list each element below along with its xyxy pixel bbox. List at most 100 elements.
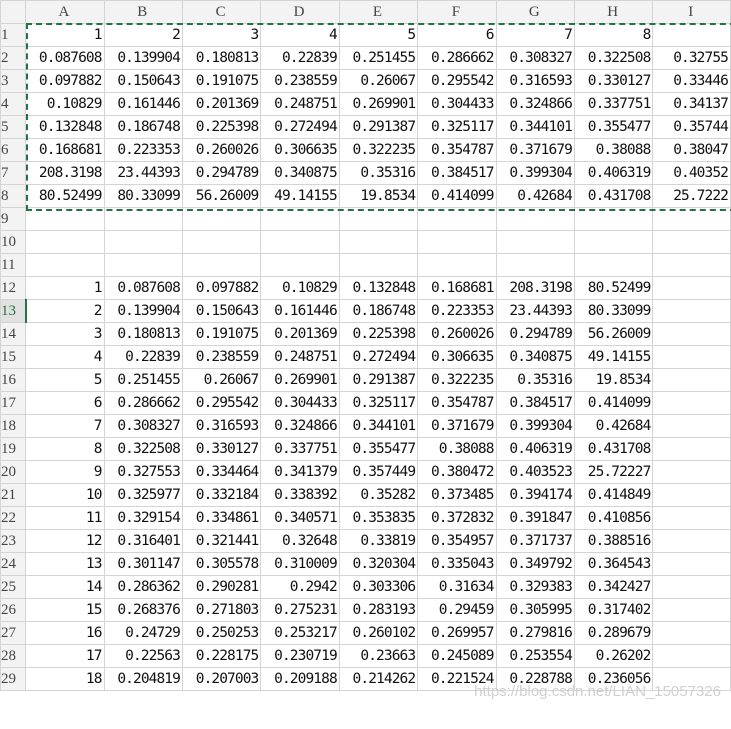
cell-i3[interactable]: 0.33446: [652, 69, 731, 93]
row-header[interactable]: 25: [0, 575, 27, 599]
cell-d18[interactable]: 0.324866: [260, 414, 340, 438]
cell-f3[interactable]: 0.295542: [417, 69, 497, 93]
cell-g24[interactable]: 0.349792: [495, 552, 576, 576]
cell-e5[interactable]: 0.291387: [338, 115, 419, 139]
cell-f5[interactable]: 0.325117: [417, 115, 497, 139]
cell-b24[interactable]: 0.301147: [103, 552, 183, 576]
cell-c13[interactable]: 0.150643: [181, 299, 262, 323]
row-header[interactable]: 24: [0, 552, 27, 576]
cell-d24[interactable]: 0.310009: [260, 552, 340, 576]
cell-a14[interactable]: 3: [25, 322, 105, 346]
cell-b28[interactable]: 0.22563: [103, 644, 183, 668]
cell-a7[interactable]: 208.3198: [25, 161, 105, 185]
cell-g6[interactable]: 0.371679: [495, 138, 576, 162]
cell-g3[interactable]: 0.316593: [495, 69, 576, 93]
cell-c21[interactable]: 0.332184: [181, 483, 262, 507]
cell-b8[interactable]: 80.33099: [103, 184, 183, 208]
cell-c17[interactable]: 0.295542: [181, 391, 262, 415]
cell-b23[interactable]: 0.316401: [103, 529, 183, 553]
cell-g8[interactable]: 0.42684: [495, 184, 576, 208]
cell-e8[interactable]: 19.8534: [338, 184, 419, 208]
cell-h9[interactable]: [573, 207, 654, 231]
cell-h18[interactable]: 0.42684: [573, 414, 654, 438]
cell-g18[interactable]: 0.399304: [495, 414, 576, 438]
row-header[interactable]: 20: [0, 460, 27, 484]
cell-d4[interactable]: 0.248751: [260, 92, 340, 116]
cell-b9[interactable]: [103, 207, 183, 231]
cell-h2[interactable]: 0.322508: [573, 46, 654, 70]
row-header[interactable]: 6: [0, 138, 27, 162]
cell-h6[interactable]: 0.38088: [573, 138, 654, 162]
cell-b6[interactable]: 0.223353: [103, 138, 183, 162]
column-header-b[interactable]: B: [103, 0, 183, 24]
cell-h15[interactable]: 49.14155: [573, 345, 654, 369]
cell-h4[interactable]: 0.337751: [573, 92, 654, 116]
cell-f29[interactable]: 0.221524: [417, 667, 497, 691]
cell-f14[interactable]: 0.260026: [417, 322, 497, 346]
cell-b29[interactable]: 0.204819: [103, 667, 183, 691]
cell-f21[interactable]: 0.373485: [417, 483, 497, 507]
cell-a5[interactable]: 0.132848: [25, 115, 105, 139]
cell-h19[interactable]: 0.431708: [573, 437, 654, 461]
cell-i10[interactable]: [652, 230, 731, 254]
cell-b2[interactable]: 0.139904: [103, 46, 183, 70]
cell-f8[interactable]: 0.414099: [417, 184, 497, 208]
cell-h8[interactable]: 0.431708: [573, 184, 654, 208]
cell-f12[interactable]: 0.168681: [417, 276, 497, 300]
cell-a27[interactable]: 16: [25, 621, 105, 645]
cell-g4[interactable]: 0.324866: [495, 92, 576, 116]
row-header[interactable]: 7: [0, 161, 27, 185]
cell-f27[interactable]: 0.269957: [417, 621, 497, 645]
cell-e20[interactable]: 0.357449: [338, 460, 419, 484]
cell-i16[interactable]: [652, 368, 731, 392]
cell-g7[interactable]: 0.399304: [495, 161, 576, 185]
cell-f23[interactable]: 0.354957: [417, 529, 497, 553]
cell-c4[interactable]: 0.201369: [181, 92, 262, 116]
cell-a25[interactable]: 14: [25, 575, 105, 599]
cell-f9[interactable]: [417, 207, 497, 231]
cell-i12[interactable]: [652, 276, 731, 300]
cell-h3[interactable]: 0.330127: [573, 69, 654, 93]
column-header-f[interactable]: F: [417, 0, 497, 24]
cell-c3[interactable]: 0.191075: [181, 69, 262, 93]
cell-g16[interactable]: 0.35316: [495, 368, 576, 392]
cell-i21[interactable]: [652, 483, 731, 507]
cell-g26[interactable]: 0.305995: [495, 598, 576, 622]
row-header[interactable]: 4: [0, 92, 27, 116]
cell-b13[interactable]: 0.139904: [103, 299, 183, 323]
cell-i27[interactable]: [652, 621, 731, 645]
cell-i2[interactable]: 0.32755: [652, 46, 731, 70]
cell-h12[interactable]: 80.52499: [573, 276, 654, 300]
row-header[interactable]: 23: [0, 529, 27, 553]
cell-g10[interactable]: [495, 230, 576, 254]
cell-i11[interactable]: [652, 253, 731, 277]
cell-d14[interactable]: 0.201369: [260, 322, 340, 346]
cell-a12[interactable]: 1: [25, 276, 105, 300]
cell-i24[interactable]: [652, 552, 731, 576]
cell-i28[interactable]: [652, 644, 731, 668]
cell-i17[interactable]: [652, 391, 731, 415]
cell-e4[interactable]: 0.269901: [338, 92, 419, 116]
cell-i26[interactable]: [652, 598, 731, 622]
column-header-e[interactable]: E: [338, 0, 419, 24]
column-header-g[interactable]: G: [495, 0, 576, 24]
cell-c19[interactable]: 0.330127: [181, 437, 262, 461]
cell-b22[interactable]: 0.329154: [103, 506, 183, 530]
cell-f11[interactable]: [417, 253, 497, 277]
cell-b27[interactable]: 0.24729: [103, 621, 183, 645]
row-header[interactable]: 19: [0, 437, 27, 461]
cell-b18[interactable]: 0.308327: [103, 414, 183, 438]
cell-d6[interactable]: 0.306635: [260, 138, 340, 162]
cell-f7[interactable]: 0.384517: [417, 161, 497, 185]
cell-e29[interactable]: 0.214262: [338, 667, 419, 691]
row-header[interactable]: 2: [0, 46, 27, 70]
cell-c20[interactable]: 0.334464: [181, 460, 262, 484]
cell-e22[interactable]: 0.353835: [338, 506, 419, 530]
row-header[interactable]: 26: [0, 598, 27, 622]
cell-g1[interactable]: 7: [495, 23, 576, 47]
cell-a10[interactable]: [25, 230, 105, 254]
cell-a1[interactable]: 1: [25, 23, 105, 47]
cell-b14[interactable]: 0.180813: [103, 322, 183, 346]
row-header[interactable]: 21: [0, 483, 27, 507]
cell-h29[interactable]: 0.236056: [573, 667, 654, 691]
